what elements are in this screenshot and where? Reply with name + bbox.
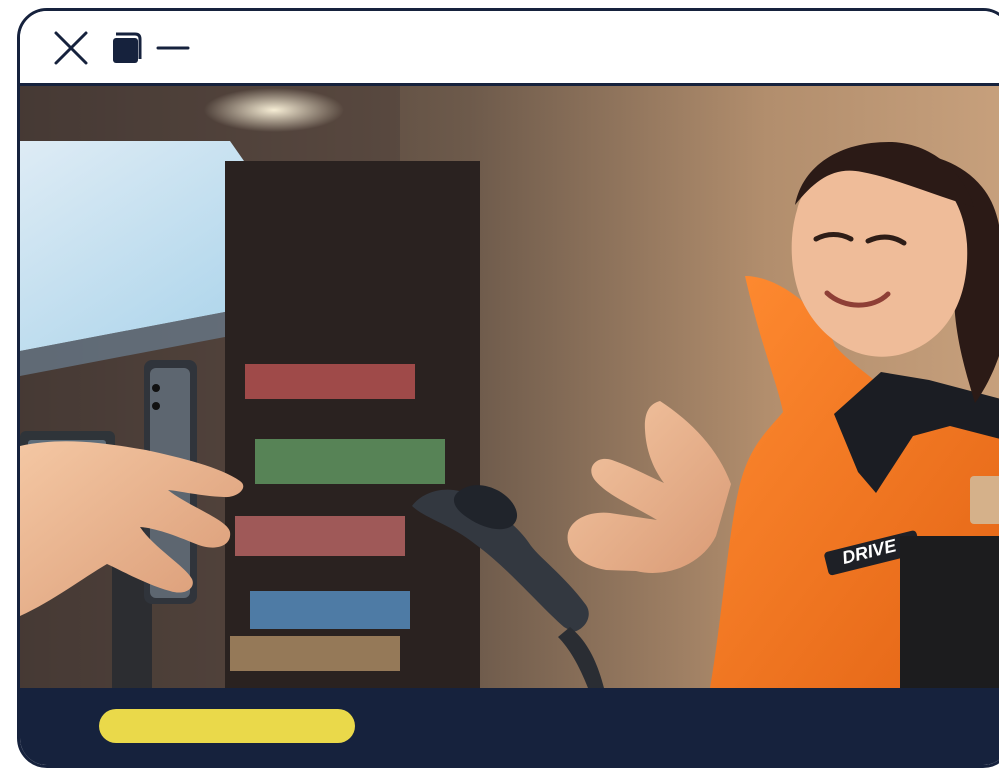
primary-action-button[interactable] xyxy=(99,709,355,743)
app-window: DRIVE xyxy=(17,8,999,768)
cashier-photo: DRIVE xyxy=(20,86,999,688)
hero-photo: DRIVE xyxy=(20,86,999,688)
footer-bar xyxy=(20,688,999,765)
close-icon xyxy=(54,31,88,65)
minimize-icon xyxy=(156,46,190,50)
close-button[interactable] xyxy=(52,29,90,67)
maximize-button[interactable] xyxy=(106,29,144,67)
minimize-button[interactable] xyxy=(154,29,192,67)
window-titlebar xyxy=(20,11,999,86)
window-icon xyxy=(113,32,142,63)
